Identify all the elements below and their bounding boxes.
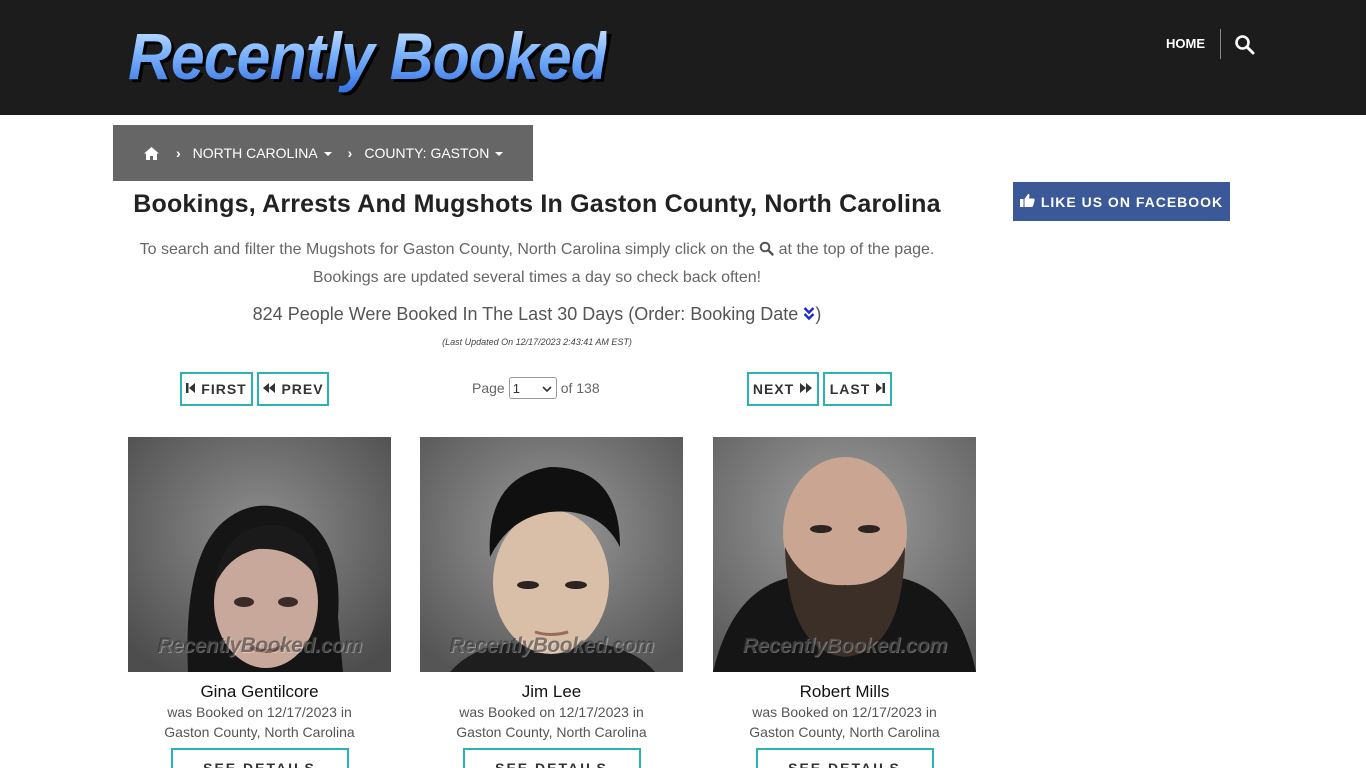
intro-part2: at the top of the page. (778, 241, 935, 258)
forward-icon (799, 381, 813, 397)
last-label: LAST (829, 381, 871, 397)
mugshot-card: RecentlyBooked.com Jim Lee was Booked on… (420, 437, 683, 768)
see-details-button[interactable]: SEE DETAILS (755, 748, 934, 768)
page-label: Page (472, 380, 505, 396)
card-name[interactable]: Gina Gentilcore (128, 682, 391, 702)
breadcrumb-state-dropdown[interactable]: NORTH CAROLINA (193, 145, 332, 161)
prev-page-button[interactable]: PREV (257, 372, 329, 406)
caret-down-icon (323, 152, 332, 156)
mugshot-photo[interactable]: RecentlyBooked.com (713, 437, 976, 672)
page-select[interactable]: 1 (508, 377, 557, 399)
home-icon[interactable] (143, 146, 160, 161)
backward-icon (262, 381, 276, 397)
see-details-button[interactable]: SEE DETAILS (170, 748, 349, 768)
photo-watermark: RecentlyBooked.com (449, 634, 654, 657)
card-location: Gaston County, North Carolina (456, 724, 647, 740)
double-chevron-down-icon[interactable] (803, 305, 815, 326)
card-name[interactable]: Jim Lee (420, 682, 683, 702)
next-label: NEXT (752, 381, 795, 397)
page-title: Bookings, Arrests And Mugshots In Gaston… (133, 190, 941, 218)
site-header: Recently Booked Recently Booked HOME (0, 0, 1366, 115)
first-label: FIRST (201, 381, 247, 397)
card-location: Gaston County, North Carolina (164, 724, 355, 740)
last-page-button[interactable]: LAST (823, 372, 892, 406)
breadcrumb-state-label: NORTH CAROLINA (192, 145, 318, 161)
page-selector: Page 1 of 138 (472, 377, 600, 399)
booking-count: 824 People Were Booked In The Last 30 Da… (113, 304, 961, 326)
nav-home-link[interactable]: HOME (1166, 36, 1205, 51)
intro-line2: Bookings are updated several times a day… (312, 269, 762, 286)
nav-divider (1220, 29, 1221, 59)
thumbs-up-icon (1019, 193, 1035, 210)
step-backward-icon (186, 381, 196, 397)
search-icon (759, 239, 774, 265)
booking-count-close: ) (815, 304, 822, 324)
next-page-button[interactable]: NEXT (747, 372, 819, 406)
intro-text: To search and filter the Mugshots for Ga… (113, 237, 961, 291)
prev-label: PREV (281, 381, 324, 397)
mugshot-photo[interactable]: RecentlyBooked.com (128, 437, 391, 672)
card-booked-text: was Booked on 12/17/2023 in (459, 704, 644, 720)
caret-down-icon (495, 152, 504, 156)
card-booked-text: was Booked on 12/17/2023 in (167, 704, 352, 720)
mugshot-photo[interactable]: RecentlyBooked.com (420, 437, 683, 672)
search-icon[interactable] (1234, 34, 1256, 56)
chevron-right-icon: › (176, 145, 181, 161)
page-of-label: of 138 (560, 380, 600, 396)
mugshot-card: RecentlyBooked.com Robert Mills was Book… (713, 437, 976, 768)
breadcrumb-county-label: COUNTY: GASTON (364, 145, 490, 161)
first-page-button[interactable]: FIRST (180, 372, 253, 406)
breadcrumb-county-dropdown[interactable]: COUNTY: GASTON (364, 145, 504, 161)
page-select-value: 1 (512, 380, 520, 396)
site-logo[interactable]: Recently Booked (128, 18, 608, 94)
photo-watermark: RecentlyBooked.com (742, 634, 947, 657)
facebook-like-label: LIKE US ON FACEBOOK (1040, 193, 1224, 210)
see-details-button[interactable]: SEE DETAILS (462, 748, 641, 768)
photo-watermark: RecentlyBooked.com (157, 634, 362, 657)
chevron-down-icon (542, 381, 552, 396)
mugshot-card: RecentlyBooked.com Gina Gentilcore was B… (128, 437, 391, 768)
breadcrumb: › NORTH CAROLINA › COUNTY: GASTON (113, 125, 533, 181)
card-booked-text: was Booked on 12/17/2023 in (752, 704, 937, 720)
card-name[interactable]: Robert Mills (713, 682, 976, 702)
booking-count-text: 824 People Were Booked In The Last 30 Da… (252, 304, 799, 324)
card-location: Gaston County, North Carolina (749, 724, 940, 740)
chevron-right-icon: › (347, 145, 353, 161)
intro-part1: To search and filter the Mugshots for Ga… (139, 241, 755, 258)
step-forward-icon (875, 381, 886, 397)
last-updated: (Last Updated On 12/17/2023 2:43:41 AM E… (442, 337, 632, 347)
facebook-like-button[interactable]: LIKE US ON FACEBOOK (1013, 182, 1230, 221)
